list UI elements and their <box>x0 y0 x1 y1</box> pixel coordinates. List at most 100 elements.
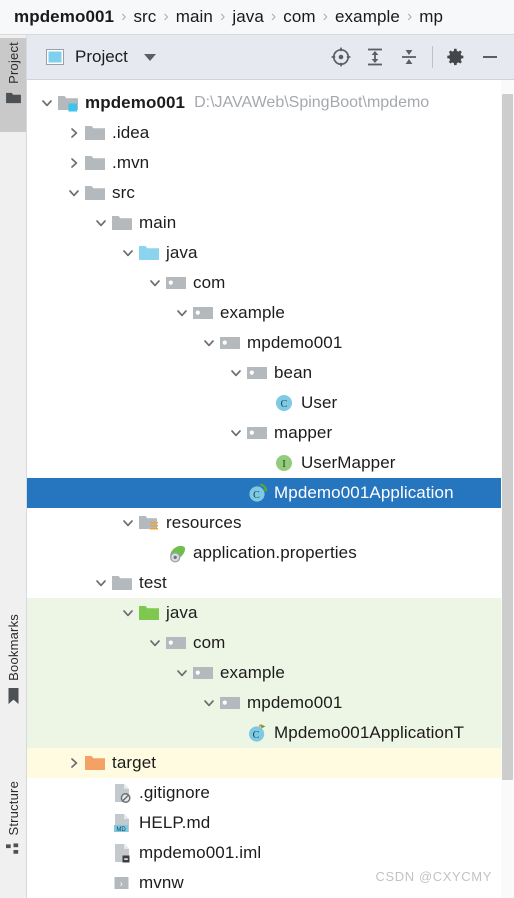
chevron-down-icon[interactable] <box>199 337 219 349</box>
tree-row[interactable]: C Mpdemo001Application <box>27 478 514 508</box>
tree-row[interactable]: C User <box>27 388 501 418</box>
chevron-down-icon[interactable] <box>172 667 192 679</box>
chevron-down-icon[interactable] <box>91 577 111 589</box>
collapse-all-icon[interactable] <box>393 41 425 73</box>
package-folder-icon <box>165 275 187 291</box>
java-class-icon: C <box>273 393 295 413</box>
chevron-down-icon[interactable] <box>172 307 192 319</box>
tree-row[interactable]: mpdemo001 <box>27 688 501 718</box>
tool-strip-label: Project <box>5 42 21 84</box>
project-tree[interactable]: mpdemo001 D:\JAVAWeb\SpingBoot\mpdemo .ide… <box>27 80 514 898</box>
tree-row[interactable]: example <box>27 658 501 688</box>
breadcrumb-item-mpdemo001[interactable]: mpdemo001 <box>14 7 114 27</box>
chevron-down-icon[interactable] <box>118 607 138 619</box>
tree-row-label: target <box>112 753 157 772</box>
project-view-icon <box>46 49 64 65</box>
tree-row-label: .mvn <box>112 153 150 172</box>
breadcrumb-separator: › <box>163 8 169 25</box>
chevron-down-icon[interactable] <box>37 97 57 109</box>
panel-toolbar <box>325 41 514 73</box>
tree-row[interactable]: mapper <box>27 418 501 448</box>
tree-row[interactable]: com <box>27 628 501 658</box>
tree-row[interactable]: .mvn <box>27 148 501 178</box>
java-interface-icon: I <box>273 453 295 473</box>
tree-row[interactable]: example <box>27 298 501 328</box>
tree-row[interactable]: main <box>27 208 501 238</box>
chevron-right-icon[interactable] <box>64 157 84 169</box>
tree-row[interactable]: java <box>27 598 501 628</box>
tree-row[interactable]: MD HELP.md <box>27 808 501 838</box>
package-folder-icon <box>219 335 241 351</box>
project-view-selector[interactable]: Project <box>27 47 156 67</box>
tree-row[interactable]: .gitignore <box>27 778 501 808</box>
chevron-down-icon[interactable] <box>91 217 111 229</box>
source-root-folder-icon <box>138 245 160 261</box>
tree-row-label: mpdemo001 <box>85 93 186 112</box>
tree-row-label: mpdemo001 <box>247 333 343 352</box>
chevron-down-icon[interactable] <box>118 517 138 529</box>
breadcrumb: mpdemo001 › src › main › java › com › example › mp <box>0 0 514 35</box>
idea-project-tool-window: mpdemo001 › src › main › java › com › example › mp P… <box>0 0 514 898</box>
tree-scrollbar-thumb[interactable] <box>502 94 513 780</box>
breadcrumb-item-mp[interactable]: mp <box>419 7 443 27</box>
tree-row[interactable]: C Mpdemo001ApplicationT <box>27 718 501 748</box>
breadcrumb-item-java[interactable]: java <box>232 7 264 27</box>
tree-row-label: resources <box>166 513 242 532</box>
tree-row[interactable]: .idea <box>27 118 501 148</box>
chevron-down-icon[interactable] <box>199 697 219 709</box>
breadcrumb-item-main[interactable]: main <box>176 7 213 27</box>
tree-row[interactable]: application.properties <box>27 538 501 568</box>
tree-row-label: mvnw <box>139 873 184 892</box>
tool-strip-button-structure[interactable]: Structure <box>0 777 26 883</box>
tool-strip-button-bookmarks[interactable]: Bookmarks <box>0 610 26 725</box>
tree-row-label: bean <box>274 363 313 382</box>
folder-icon <box>5 91 21 109</box>
tree-row-label: UserMapper <box>301 453 396 472</box>
tree-scrollbar-track[interactable] <box>501 80 514 898</box>
spring-properties-icon <box>165 544 187 563</box>
chevron-down-icon[interactable] <box>145 277 165 289</box>
chevron-down-icon[interactable] <box>64 187 84 199</box>
chevron-down-icon[interactable] <box>226 367 246 379</box>
tree-row[interactable]: com <box>27 268 501 298</box>
folder-icon <box>111 575 133 591</box>
panel-title: Project <box>75 47 128 66</box>
tree-row[interactable]: mpdemo001.iml <box>27 838 501 868</box>
tree-row[interactable]: I UserMapper <box>27 448 501 478</box>
chevron-down-icon[interactable] <box>226 427 246 439</box>
settings-gear-icon[interactable] <box>440 41 472 73</box>
svg-text:C: C <box>252 730 259 741</box>
tree-row-path: D:\JAVAWeb\SpingBoot\mpdemo <box>194 94 430 111</box>
breadcrumb-item-example[interactable]: example <box>335 7 400 27</box>
tree-row[interactable]: mpdemo001 D:\JAVAWeb\SpingBoot\mpdemo <box>27 88 501 118</box>
chevron-down-icon[interactable] <box>118 247 138 259</box>
breadcrumb-item-com[interactable]: com <box>283 7 315 27</box>
package-folder-icon <box>246 365 268 381</box>
tree-row[interactable]: target <box>27 748 501 778</box>
tool-strip-button-project[interactable]: Project <box>0 38 26 132</box>
tree-row[interactable]: bean <box>27 358 501 388</box>
tree-row-label: application.properties <box>193 543 357 562</box>
select-opened-file-icon[interactable] <box>325 41 357 73</box>
chevron-right-icon[interactable] <box>64 757 84 769</box>
chevron-down-icon[interactable] <box>145 637 165 649</box>
tree-row[interactable]: src <box>27 178 501 208</box>
breadcrumb-item-src[interactable]: src <box>133 7 156 27</box>
project-root-folder-icon <box>57 95 79 112</box>
toolbar-divider <box>432 46 433 68</box>
tree-row[interactable]: resources <box>27 508 501 538</box>
hide-panel-icon[interactable] <box>474 41 506 73</box>
svg-text:C: C <box>281 399 288 410</box>
tree-row[interactable]: test <box>27 568 501 598</box>
tree-row[interactable]: java <box>27 238 501 268</box>
folder-icon <box>84 185 106 201</box>
expand-all-icon[interactable] <box>359 41 391 73</box>
tree-row-label: com <box>193 273 226 292</box>
tree-row-label: src <box>112 183 135 202</box>
chevron-down-icon[interactable] <box>143 53 156 61</box>
watermark: CSDN @CXYCMY <box>375 869 492 884</box>
folder-icon <box>84 155 106 171</box>
chevron-right-icon[interactable] <box>64 127 84 139</box>
svg-text:I: I <box>282 459 285 470</box>
tree-row[interactable]: mpdemo001 <box>27 328 501 358</box>
